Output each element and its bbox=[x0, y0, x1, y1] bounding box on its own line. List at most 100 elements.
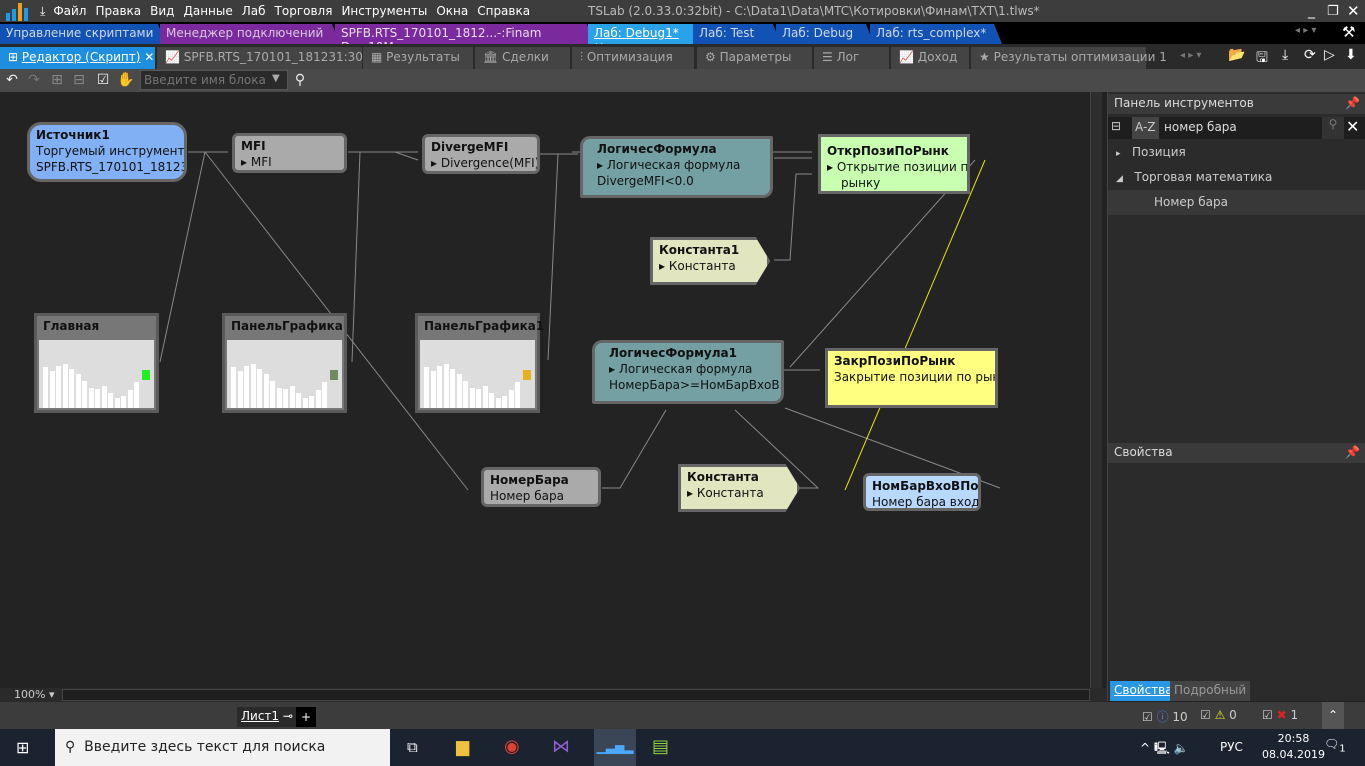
notepad-icon[interactable]: ▤ bbox=[652, 736, 669, 757]
menu-view[interactable]: Вид bbox=[150, 4, 174, 18]
constant1-node[interactable]: Константа1 ▸ Константа bbox=[650, 237, 770, 285]
tab-results[interactable]: ▦ Результаты bbox=[363, 47, 473, 69]
chrome-icon[interactable]: ◉ bbox=[504, 736, 520, 757]
language-indicator[interactable]: РУС bbox=[1220, 740, 1243, 754]
tools-icon[interactable]: ⚒ bbox=[1342, 23, 1355, 41]
tabs-scroll-icon[interactable]: ◂ ▸ ▾ bbox=[1295, 25, 1316, 36]
task-view-icon[interactable]: ⧉ bbox=[407, 738, 418, 756]
run-down-icon[interactable]: ⬇ bbox=[1345, 47, 1357, 63]
tab-log[interactable]: ☰ Лог bbox=[814, 47, 889, 69]
windows-start-icon[interactable]: ⊞ bbox=[16, 738, 29, 757]
tab-trades[interactable]: 🏛 Сделки bbox=[475, 47, 570, 69]
play-icon[interactable]: ▷ bbox=[1324, 47, 1335, 63]
menu-help[interactable]: Справка bbox=[477, 4, 530, 18]
save-icon[interactable]: 🖫 bbox=[1256, 47, 1268, 71]
zoom-level-select[interactable]: 100% ▾ bbox=[14, 688, 54, 701]
tab-optimization[interactable]: ⫶ Оптимизация bbox=[572, 47, 694, 69]
error-filter[interactable]: ☑ ✖ 1 bbox=[1262, 708, 1298, 722]
constant-node[interactable]: Константа ▸ Константа bbox=[678, 464, 800, 512]
main-chart-node[interactable]: Главная bbox=[34, 313, 159, 413]
pin-icon[interactable]: 📌 bbox=[1345, 445, 1360, 459]
chart-panel1-node[interactable]: ПанельГрафика1 bbox=[415, 313, 544, 413]
open-position-node[interactable]: ОткрПозиПоРынк ▸ Открытие позиции по рынку bbox=[818, 134, 970, 194]
tab-spfb-chart[interactable]: SPFB.RTS_170101_1812...-:Finam Dev:10M bbox=[335, 24, 595, 44]
menu-trading[interactable]: Торговля bbox=[275, 4, 333, 18]
bar-number-node[interactable]: НомерБара Номер бара bbox=[481, 467, 601, 507]
tab-editor-script[interactable]: ⊞ Редактор (Скрипт) ✕ bbox=[0, 47, 155, 69]
add-sheet-button[interactable]: + bbox=[296, 707, 316, 727]
visual-studio-icon[interactable]: ⋈ bbox=[552, 736, 570, 757]
info-filter[interactable]: ☑ ⓘ 10 bbox=[1142, 708, 1188, 725]
source-node[interactable]: Источник1 Торгуемый инструмент SPFB.RTS_17… bbox=[27, 122, 187, 182]
tab-optimization-results[interactable]: ★ Результаты оптимизации 1 bbox=[971, 47, 1167, 69]
search-icon[interactable]: ⚲ bbox=[1322, 117, 1344, 139]
tree-item-position[interactable]: ▸ Позиция bbox=[1108, 140, 1365, 165]
search-icon[interactable]: ⚲ bbox=[291, 71, 309, 89]
tslab-taskbar-icon[interactable]: ▁▃▅▂ bbox=[594, 729, 636, 766]
close-tab-icon[interactable]: ✕ bbox=[144, 50, 154, 64]
collapse-icon[interactable]: ◢ bbox=[1116, 174, 1123, 184]
logic-formula-node[interactable]: ЛогичесФормула ▸ Логическая формула Diverg… bbox=[580, 136, 773, 198]
mfi-node[interactable]: MFI ▸ MFI bbox=[232, 133, 347, 173]
minimize-button[interactable]: _ bbox=[1308, 3, 1315, 19]
chevron-down-icon[interactable]: ▼ bbox=[272, 73, 280, 84]
tree-item-bar-number[interactable]: Номер бара bbox=[1108, 190, 1365, 215]
notification-center-icon[interactable]: 🗨1 bbox=[1324, 737, 1346, 754]
script-canvas[interactable]: Источник1 Торгуемый инструмент SPFB.RTS_17… bbox=[0, 92, 1090, 688]
menu-data[interactable]: Данные bbox=[183, 4, 232, 18]
group-icon[interactable]: ⊞ bbox=[48, 71, 66, 89]
refresh-icon[interactable]: ⟳ bbox=[1304, 47, 1316, 63]
entry-bar-number-node[interactable]: НомБарВхоВПоз Номер бара вход... bbox=[863, 473, 981, 511]
tab-script-manager[interactable]: Управление скриптами bbox=[0, 24, 166, 44]
redo-icon[interactable]: ↷ bbox=[25, 71, 43, 89]
maximize-button[interactable]: ❐ bbox=[1327, 4, 1339, 19]
diverge-mfi-node[interactable]: DivergeMFI ▸ Divergence(MFI) bbox=[422, 134, 540, 174]
tab-parameters[interactable]: ⚙ Параметры bbox=[697, 47, 812, 69]
tray-icons[interactable]: ^ 🖳 🔈 bbox=[1140, 739, 1189, 760]
expand-up-icon[interactable]: ⌃ bbox=[1322, 702, 1344, 729]
menu-tools[interactable]: Инструменты bbox=[341, 4, 427, 18]
warning-filter[interactable]: ☑ ⚠ 0 bbox=[1200, 708, 1237, 722]
tab-chart[interactable]: 📈 SPFB.RTS_170101_181231:30M bbox=[157, 47, 373, 69]
block-name-input[interactable] bbox=[140, 70, 288, 90]
expand-icon[interactable]: ▸ bbox=[1116, 149, 1121, 159]
close-window-button[interactable]: ✕ bbox=[1347, 2, 1360, 20]
ungroup-icon[interactable]: ⊟ bbox=[70, 71, 88, 89]
tree-item-trade-math[interactable]: ◢ Торговая математика bbox=[1108, 165, 1365, 190]
tab-income[interactable]: 📈 Доход bbox=[891, 47, 969, 69]
sheet-tab[interactable]: Лист1 ⊸ bbox=[237, 707, 297, 727]
preview-bar bbox=[476, 388, 481, 408]
tab-lab-debug1[interactable]: Лаб: Debug1* ✕ bbox=[588, 24, 693, 54]
subtabs-scroll-icon[interactable]: ◂ ▸ ▾ bbox=[1180, 50, 1201, 61]
chart-panel-node[interactable]: ПанельГрафика bbox=[222, 313, 347, 413]
tab-connection-manager[interactable]: Менеджер подключений bbox=[160, 24, 340, 44]
file-explorer-icon[interactable]: ▆ bbox=[456, 737, 469, 757]
download-icon[interactable]: ⤓ bbox=[1282, 47, 1288, 63]
checklist-icon[interactable]: ☑ bbox=[94, 71, 112, 89]
close-position-node[interactable]: ЗакрПозиПоРынк Закрытие позиции по рынку bbox=[825, 348, 998, 408]
tab-lab-test[interactable]: Лаб: Test bbox=[693, 24, 781, 44]
sort-az-button[interactable]: A-Z bbox=[1132, 117, 1159, 139]
logic-formula1-node[interactable]: ЛогичесФормула1 ▸ Логическая формула Номер… bbox=[592, 340, 784, 404]
pin-icon[interactable]: ⊸ bbox=[283, 709, 293, 723]
horizontal-scrollbar[interactable] bbox=[62, 689, 1090, 701]
tools-search-input[interactable]: номер бара bbox=[1164, 120, 1237, 134]
clear-search-icon[interactable]: ✕ bbox=[1346, 117, 1359, 136]
tab-lab-debug[interactable]: Лаб: Debug bbox=[776, 24, 874, 44]
hand-icon[interactable]: ✋ bbox=[117, 71, 135, 89]
menu-file[interactable]: Файл bbox=[53, 4, 86, 18]
clock[interactable]: 20:58 08.04.2019 bbox=[1262, 731, 1325, 763]
undo-icon[interactable]: ↶ bbox=[3, 71, 21, 89]
pin-icon[interactable]: 📌 bbox=[1345, 96, 1360, 110]
details-tab[interactable]: Подробный bbox=[1170, 681, 1251, 701]
taskbar-search[interactable]: ⚲ Введите здесь текст для поиска bbox=[55, 729, 390, 766]
open-folder-icon[interactable]: 📂 bbox=[1228, 47, 1245, 63]
menu-windows[interactable]: Окна bbox=[436, 4, 468, 18]
group-toggle-icon[interactable]: ⊟ bbox=[1111, 119, 1121, 133]
properties-tab[interactable]: Свойства bbox=[1110, 681, 1177, 701]
tab-lab-rts-complex[interactable]: Лаб: rts_complex* bbox=[870, 24, 1002, 44]
menu-lab[interactable]: Лаб bbox=[242, 4, 266, 18]
vertical-scrollbar[interactable] bbox=[1090, 92, 1102, 688]
save-download-icon[interactable]: ⤓ bbox=[40, 4, 45, 19]
menu-edit[interactable]: Правка bbox=[95, 4, 141, 18]
